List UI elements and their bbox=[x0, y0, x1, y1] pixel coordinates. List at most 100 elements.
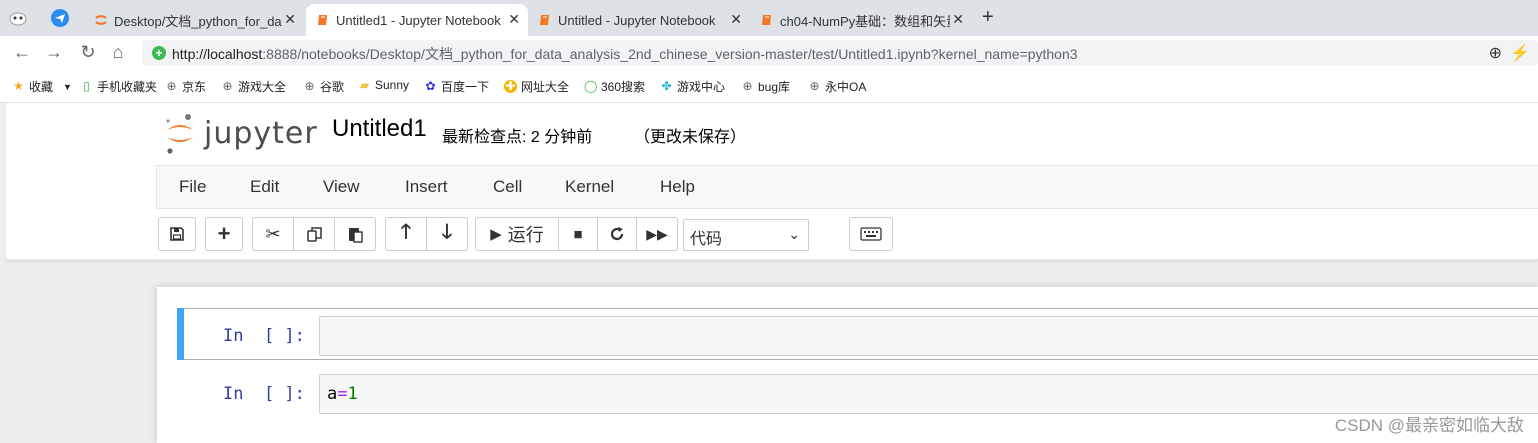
restart-button[interactable] bbox=[597, 217, 637, 251]
move-up-button[interactable]: 🡑 bbox=[385, 217, 427, 251]
keyboard-icon bbox=[860, 227, 882, 241]
arrow-down-icon: 🡓 bbox=[441, 221, 453, 243]
close-icon[interactable]: ✕ bbox=[952, 11, 964, 28]
browser-tab-untitled[interactable]: Untitled - Jupyter Notebook ✕ bbox=[528, 4, 750, 36]
bookmark-google[interactable]: ⊕ 谷歌 bbox=[303, 78, 344, 95]
jupyter-header: jupyter Untitled1 最新检查点: 2 分钟前 （更改未保存） F… bbox=[6, 103, 1538, 260]
cut-cell-button[interactable]: ✂ bbox=[252, 217, 294, 251]
bookmark-sunny[interactable]: ▰ Sunny bbox=[358, 78, 409, 92]
menu-help[interactable]: Help bbox=[660, 177, 695, 197]
bookmark-label: 谷歌 bbox=[320, 80, 345, 94]
bookmark-nav[interactable]: ✚ 网址大全 bbox=[504, 78, 569, 95]
code-variable: a bbox=[327, 384, 338, 404]
url-host: http://localhost bbox=[172, 46, 263, 62]
menu-file[interactable]: File bbox=[179, 177, 206, 197]
home-icon[interactable]: ⌂ bbox=[108, 42, 128, 63]
bookmark-label: 京东 bbox=[182, 80, 207, 94]
cell-prompt: In [ ]: bbox=[223, 326, 305, 346]
run-button[interactable]: ▶ 运行 bbox=[475, 217, 559, 251]
globe-icon: ⊕ bbox=[742, 79, 753, 93]
bookmarks-bar: ★ 收藏 ▼ ▯ 手机收藏夹 ⊕ 京东 ⊕ 游戏大全 ⊕ 谷歌 ▰ Sunny … bbox=[0, 68, 1538, 103]
cell-input-editor[interactable]: a=1 bbox=[319, 374, 1538, 414]
browser-tab-ch04[interactable]: ch04-NumPy基础：数组和矢量 ✕ bbox=[750, 4, 972, 36]
address-bar[interactable]: + http://localhost:8888/notebooks/Deskto… bbox=[142, 40, 1538, 66]
cell-input-editor[interactable] bbox=[319, 316, 1538, 356]
forward-arrow-icon[interactable]: → bbox=[44, 42, 64, 63]
bookmark-jd[interactable]: ⊕ 京东 bbox=[165, 78, 206, 95]
restart-icon bbox=[610, 227, 624, 241]
secure-site-icon[interactable]: + bbox=[152, 46, 166, 60]
back-arrow-icon[interactable]: ← bbox=[12, 42, 32, 63]
lightning-icon[interactable]: ⚡ bbox=[1510, 43, 1530, 63]
globe-icon: ⊕ bbox=[304, 79, 315, 93]
browser-tab-desktop[interactable]: Desktop/文档_python_for_da ✕ bbox=[84, 4, 304, 36]
zoom-icon[interactable]: ⊕ bbox=[1489, 43, 1502, 63]
insert-cell-button[interactable]: + bbox=[205, 217, 243, 251]
close-icon[interactable]: ✕ bbox=[730, 11, 742, 28]
app-menu-icon[interactable] bbox=[8, 8, 28, 28]
search360-icon: ◯ bbox=[584, 79, 598, 93]
bookmark-label: 手机收藏夹 bbox=[97, 80, 158, 94]
notebook-title[interactable]: Untitled1 bbox=[332, 115, 427, 143]
cell-type-select[interactable]: 代码 ⌄ bbox=[683, 219, 809, 251]
copy-cell-button[interactable] bbox=[293, 217, 335, 251]
cell-selection-indicator bbox=[177, 308, 184, 360]
save-button[interactable] bbox=[158, 217, 196, 251]
code-cell[interactable]: In [ ]: a=1 bbox=[177, 367, 1538, 419]
bookmark-baidu[interactable]: ✿ 百度一下 bbox=[424, 78, 489, 95]
run-all-button[interactable]: ▶▶ bbox=[636, 217, 678, 251]
menu-insert[interactable]: Insert bbox=[405, 177, 448, 197]
bookmark-360[interactable]: ◯ 360搜索 bbox=[584, 78, 645, 95]
menu-edit[interactable]: Edit bbox=[250, 177, 279, 197]
interrupt-button[interactable]: ■ bbox=[558, 217, 598, 251]
new-tab-button[interactable]: + bbox=[982, 6, 994, 29]
move-down-button[interactable]: 🡓 bbox=[426, 217, 468, 251]
watermark: CSDN @最亲密如临大敌 bbox=[1334, 416, 1524, 435]
bookmark-label: 360搜索 bbox=[601, 80, 646, 94]
bookmark-bug[interactable]: ⊕ bug库 bbox=[741, 78, 790, 95]
bookmark-label: 游戏大全 bbox=[238, 80, 287, 94]
reload-icon[interactable]: ↻ bbox=[78, 42, 98, 63]
autosave-status: （更改未保存） bbox=[634, 129, 747, 146]
browser-navbar: ← → ↻ ⌂ + http://localhost:8888/notebook… bbox=[0, 36, 1538, 68]
close-icon[interactable]: ✕ bbox=[508, 11, 520, 28]
bookmark-label: 永中OA bbox=[825, 80, 867, 94]
menu-cell[interactable]: Cell bbox=[493, 177, 522, 197]
command-palette-button[interactable] bbox=[849, 217, 893, 251]
cell-code: a=1 bbox=[327, 384, 358, 404]
notebook-icon bbox=[318, 15, 327, 25]
code-cell[interactable]: In [ ]: bbox=[177, 308, 1538, 360]
bookmark-games[interactable]: ⊕ 游戏大全 bbox=[221, 78, 286, 95]
bookmark-mobile-favorites[interactable]: ▯ 手机收藏夹 bbox=[80, 78, 157, 95]
dropdown-arrow-icon[interactable]: ▼ bbox=[63, 82, 72, 92]
baidu-icon: ✿ bbox=[425, 79, 436, 93]
telegram-icon[interactable] bbox=[50, 8, 70, 28]
play-icon: ▶ bbox=[490, 226, 502, 243]
browser-tab-untitled1[interactable]: Untitled1 - Jupyter Notebook ✕ bbox=[306, 4, 528, 36]
fast-forward-icon: ▶▶ bbox=[646, 225, 668, 242]
menu-kernel[interactable]: Kernel bbox=[565, 177, 614, 197]
bookmark-label: 网址大全 bbox=[521, 80, 570, 94]
bookmark-game-center[interactable]: ✤ 游戏中心 bbox=[660, 78, 725, 95]
bookmark-label: 游戏中心 bbox=[677, 80, 726, 94]
tab-title: ch04-NumPy基础：数组和矢量 bbox=[780, 13, 950, 29]
bookmark-oa[interactable]: ⊕ 永中OA bbox=[808, 78, 866, 95]
bookmark-favorites[interactable]: ★ 收藏 ▼ bbox=[12, 78, 72, 95]
code-number: 1 bbox=[347, 384, 358, 404]
bookmark-label: 百度一下 bbox=[441, 80, 490, 94]
paste-icon bbox=[348, 227, 363, 243]
notebook-icon bbox=[540, 15, 549, 25]
close-icon[interactable]: ✕ bbox=[284, 11, 296, 28]
star-icon: ★ bbox=[13, 79, 24, 93]
folder-icon: ▰ bbox=[359, 77, 370, 92]
bookmark-label: 收藏 bbox=[29, 80, 54, 94]
url-path: :8888/notebooks/Desktop/文档_python_for_da… bbox=[262, 46, 1078, 62]
scissors-icon: ✂ bbox=[265, 223, 281, 244]
jupyter-logo[interactable]: jupyter bbox=[164, 111, 318, 155]
checkpoint-status: 最新检查点: 2 分钟前 bbox=[442, 129, 593, 146]
menu-view[interactable]: View bbox=[323, 177, 360, 197]
paste-cell-button[interactable] bbox=[334, 217, 376, 251]
jupyter-logo-text: jupyter bbox=[204, 115, 318, 151]
browser-tab-strip: Desktop/文档_python_for_da ✕ Untitled1 - J… bbox=[0, 0, 1538, 36]
tab-title: Untitled - Jupyter Notebook bbox=[558, 12, 716, 28]
